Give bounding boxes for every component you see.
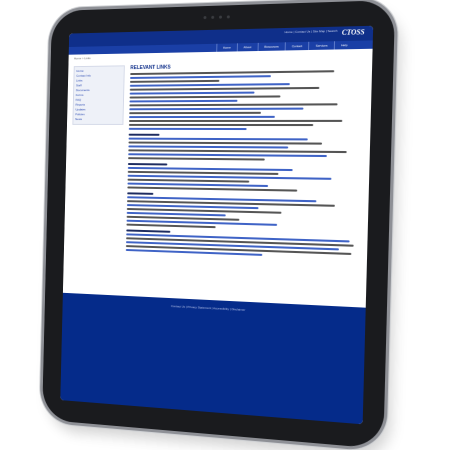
text-line <box>129 103 338 107</box>
text-line <box>126 223 217 229</box>
link-line[interactable] <box>128 137 308 141</box>
sensor-icon <box>219 15 223 19</box>
text-line <box>128 149 347 154</box>
link-line[interactable] <box>129 99 238 103</box>
nav-item-resources[interactable]: Resources <box>257 42 285 52</box>
link-line[interactable] <box>129 83 291 87</box>
section-heading <box>128 133 160 136</box>
nav-item-home[interactable]: Home <box>215 43 237 52</box>
page-body: Home Contact Info Links Staff Documents … <box>63 57 373 320</box>
text-line <box>128 157 265 161</box>
text-line <box>129 95 281 99</box>
text-line <box>128 123 314 127</box>
link-line[interactable] <box>130 75 272 79</box>
text-line <box>130 70 334 76</box>
nav-item-services[interactable]: Services <box>308 41 334 51</box>
link-line[interactable] <box>129 91 255 95</box>
sensor-icon <box>226 15 230 19</box>
text-line <box>127 186 297 192</box>
link-line[interactable] <box>129 115 275 119</box>
main-content: RELEVANT LINKS <box>119 57 373 320</box>
sidebar: Home Contact Info Links Staff Documents … <box>63 61 125 307</box>
screen: Home | Contact Us | Site Map | Search CT… <box>60 25 374 425</box>
text-line <box>128 141 323 145</box>
text-line <box>129 111 261 115</box>
link-line[interactable] <box>128 127 247 131</box>
section-heading <box>127 192 154 195</box>
sensor-icon <box>203 16 207 20</box>
link-line[interactable] <box>128 145 289 149</box>
text-line <box>129 79 220 83</box>
text-line <box>129 86 319 91</box>
site-logo[interactable]: CTOSS <box>342 28 365 37</box>
sidebar-menu: Home Contact Info Links Staff Documents … <box>72 65 125 125</box>
sidebar-item[interactable]: News <box>75 117 121 122</box>
nav-item-help[interactable]: Help <box>333 40 354 50</box>
camera-icon <box>211 15 215 19</box>
section-heading <box>127 163 168 166</box>
nav-item-contact[interactable]: Contact <box>284 41 309 51</box>
text-line <box>128 119 343 122</box>
link-line[interactable] <box>129 107 304 111</box>
tablet-device: Home | Contact Us | Site Map | Search CT… <box>42 0 396 450</box>
site-footer: Contact Us | Privacy Statement | Accessi… <box>60 292 366 425</box>
utility-links[interactable]: Home | Contact Us | Site Map | Search <box>285 29 338 34</box>
nav-item-about[interactable]: About <box>236 42 258 52</box>
section-heading <box>126 229 171 233</box>
